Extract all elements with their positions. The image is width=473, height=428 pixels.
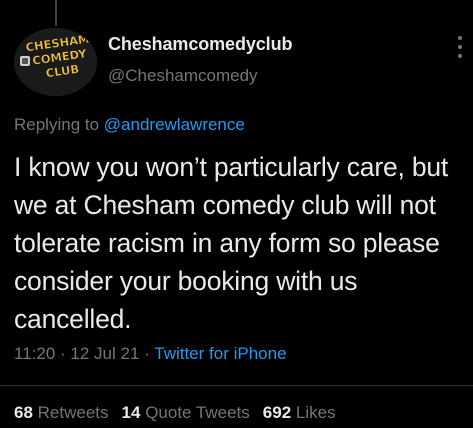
quote-tweets-label: Quote Tweets <box>145 403 250 422</box>
likes-stat[interactable]: 692 Likes <box>263 403 336 422</box>
likes-count: 692 <box>262 403 292 422</box>
retweets-count: 68 <box>14 403 33 422</box>
more-dot <box>458 54 462 58</box>
avatar[interactable]: CHESHAM COMEDY CLUB <box>14 28 97 96</box>
author-handle[interactable]: @Cheshamcomedy <box>108 66 258 86</box>
replying-to-line: Replying to @andrewlawrence <box>14 115 245 135</box>
more-dot <box>458 45 462 49</box>
retweets-stat[interactable]: 68 Retweets <box>14 403 109 422</box>
tweet-time[interactable]: 11:20 <box>14 344 55 363</box>
divider <box>0 385 473 386</box>
retweets-label: Retweets <box>37 403 109 422</box>
meta-separator: · <box>144 344 150 363</box>
chesham-comedy-club-logo: CHESHAM COMEDY CLUB <box>14 28 97 96</box>
quote-tweets-stat[interactable]: 14 Quote Tweets <box>122 403 250 422</box>
likes-label: Likes <box>295 403 336 422</box>
meta-separator: · <box>60 344 66 363</box>
tweet-date[interactable]: 12 Jul 21 <box>70 344 139 363</box>
tweet-source-link[interactable]: Twitter for iPhone <box>154 344 286 363</box>
tweet-metadata: 11:20 · 12 Jul 21 · Twitter for iPhone <box>14 344 287 364</box>
tweet-text: I know you won’t particularly care, but … <box>14 152 449 334</box>
thread-connector-line <box>55 0 57 26</box>
more-vertical-icon[interactable] <box>455 36 465 58</box>
replying-to-prefix: Replying to <box>14 115 100 134</box>
quote-tweets-count: 14 <box>121 403 141 422</box>
engagement-stats: 68 Retweets 14 Quote Tweets 692 Likes <box>14 403 349 423</box>
more-dot <box>458 36 462 40</box>
author-display-name[interactable]: Cheshamcomedyclub <box>108 34 292 55</box>
reply-mention-link[interactable]: @andrewlawrence <box>104 115 245 134</box>
